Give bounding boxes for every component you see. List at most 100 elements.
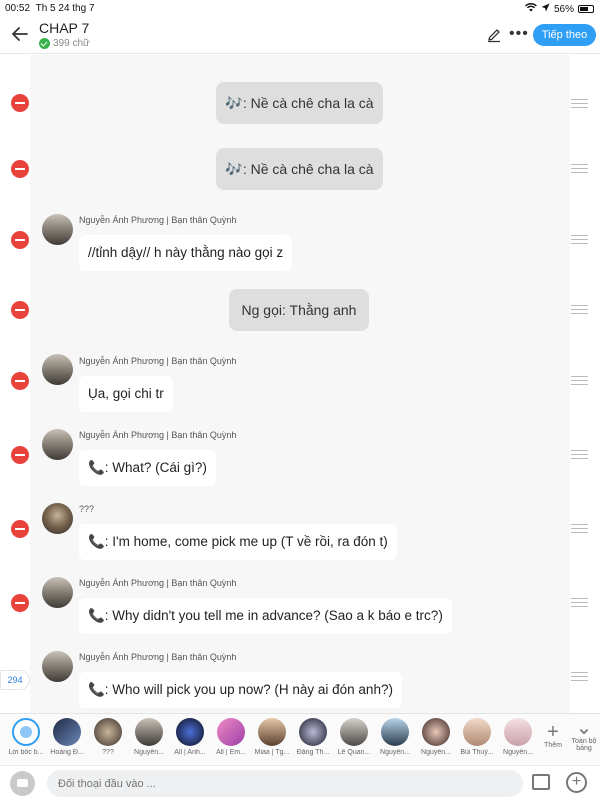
location-icon xyxy=(541,3,550,15)
battery-icon xyxy=(578,5,594,13)
character-chip-label: All | Anh... xyxy=(174,749,206,756)
character-chip[interactable]: Đặng Th... xyxy=(293,718,333,756)
delete-message-icon[interactable] xyxy=(11,446,29,464)
status-right: 56% xyxy=(525,3,594,15)
character-chip-label: Miaa | Tg... xyxy=(254,749,290,756)
status-date: Th 5 24 thg 7 xyxy=(35,3,95,14)
character-avatar[interactable] xyxy=(42,577,73,608)
character-chip-label: Đặng Th... xyxy=(296,749,330,756)
chat-bubble[interactable]: //tỉnh dậy// h này thằng nào gọi z xyxy=(79,235,293,271)
character-chip-label: Lời bốc b... xyxy=(8,749,44,756)
delete-message-icon[interactable] xyxy=(11,231,29,249)
character-avatar[interactable] xyxy=(42,651,73,682)
wifi-icon xyxy=(525,3,537,15)
drag-handle-icon[interactable] xyxy=(571,672,588,681)
character-chip-avatar xyxy=(135,718,163,746)
character-chip-avatar xyxy=(340,718,368,746)
character-chip-avatar xyxy=(53,718,81,746)
character-chip[interactable]: Miaa | Tg... xyxy=(252,718,292,756)
delete-message-icon[interactable] xyxy=(11,594,29,612)
character-chip-avatar xyxy=(176,718,204,746)
word-count: 399 chữ xyxy=(39,38,90,49)
drag-handle-icon[interactable] xyxy=(571,99,588,108)
narration-bubble[interactable]: 🎶: Nề cà chê cha la cà xyxy=(216,148,383,190)
character-chip-label: Nguyễn... xyxy=(380,749,410,756)
character-chip-label: Nguyễn... xyxy=(503,749,533,756)
chevron-down-icon: ⌄ xyxy=(575,717,593,739)
word-count-text: 399 chữ xyxy=(53,38,90,49)
more-options-icon[interactable]: ••• xyxy=(509,25,529,43)
add-character-label: Thêm xyxy=(544,742,562,749)
delete-message-icon[interactable] xyxy=(11,301,29,319)
delete-message-icon[interactable] xyxy=(11,372,29,390)
chat-bubble[interactable]: Ụa, gọi chi tr xyxy=(79,376,173,412)
character-chip-avatar xyxy=(504,718,532,746)
status-time: 00:52 xyxy=(5,3,31,14)
show-all-button[interactable]: ⌄ Toàn bộ bảng xyxy=(569,718,599,752)
character-name: Nguyễn Ánh Phương | Bạn thân Quỳnh xyxy=(79,215,237,225)
drag-handle-icon[interactable] xyxy=(571,164,588,173)
chat-bubble-icon[interactable] xyxy=(10,771,35,796)
edit-pencil-icon[interactable] xyxy=(486,27,502,43)
check-icon xyxy=(39,38,50,49)
character-name: Nguyễn Ánh Phương | Bạn thân Quỳnh xyxy=(79,652,237,662)
add-character-button[interactable]: + Thêm xyxy=(538,722,568,749)
image-icon[interactable] xyxy=(532,774,550,790)
character-avatar[interactable] xyxy=(42,503,73,534)
character-name: Nguyễn Ánh Phương | Bạn thân Quỳnh xyxy=(79,430,237,440)
character-chip-avatar xyxy=(258,718,286,746)
character-chip[interactable]: ??? xyxy=(88,718,128,756)
chat-area[interactable]: 🎶: Nề cà chê cha la cà 🎶: Nề cà chê cha … xyxy=(0,55,600,713)
character-chip-avatar xyxy=(217,718,245,746)
character-chip[interactable]: Nguyễn... xyxy=(498,718,538,756)
character-avatar[interactable] xyxy=(42,354,73,385)
character-avatar[interactable] xyxy=(42,214,73,245)
character-avatar[interactable] xyxy=(42,429,73,460)
drag-handle-icon[interactable] xyxy=(571,524,588,533)
narration-bubble[interactable]: 🎶: Nề cà chê cha la cà xyxy=(216,82,383,124)
input-bar: + xyxy=(0,765,600,800)
character-chip[interactable]: Nguyễn... xyxy=(416,718,456,756)
battery-percent: 56% xyxy=(553,3,574,15)
drag-handle-icon[interactable] xyxy=(571,376,588,385)
character-name: Nguyễn Ánh Phương | Bạn thân Quỳnh xyxy=(79,356,237,366)
dialogue-input[interactable] xyxy=(47,770,523,797)
character-chip-label: Lê Quan... xyxy=(337,749,371,756)
plus-icon: + xyxy=(547,721,559,743)
character-chip-label: ??? xyxy=(102,749,114,756)
character-chip[interactable]: All | Anh... xyxy=(170,718,210,756)
character-chip-avatar xyxy=(94,718,122,746)
header-bar: CHAP 7 399 chữ ••• Tiếp theo xyxy=(0,16,600,54)
delete-message-icon[interactable] xyxy=(11,94,29,112)
status-datetime: 00:52 Th 5 24 thg 7 xyxy=(5,3,95,14)
character-strip: Lời bốc b... Hoàng Đ... ??? Nguyễn... Al… xyxy=(0,713,600,765)
add-circle-icon[interactable]: + xyxy=(566,772,587,793)
delete-message-icon[interactable] xyxy=(11,160,29,178)
chat-bubble[interactable]: 📞: What? (Cái gì?) xyxy=(79,450,216,486)
page-title: CHAP 7 xyxy=(39,20,90,36)
chat-bubble[interactable]: 📞: Why didn't you tell me in advance? (S… xyxy=(79,598,452,634)
character-chip[interactable]: Bùi Thuỳ... xyxy=(457,718,497,756)
next-button[interactable]: Tiếp theo xyxy=(533,24,596,46)
show-all-label: Toàn bộ bảng xyxy=(571,738,597,752)
message-count-badge[interactable]: 294 xyxy=(0,670,30,690)
character-chip-label: Nguyễn... xyxy=(134,749,164,756)
chat-bubble[interactable]: 📞: Who will pick you up now? (H này ai đ… xyxy=(79,672,402,708)
character-chip[interactable]: Lê Quan... xyxy=(334,718,374,756)
character-chip[interactable]: Hoàng Đ... xyxy=(47,718,87,756)
drag-handle-icon[interactable] xyxy=(571,450,588,459)
character-chip-label: Nguyễn... xyxy=(421,749,451,756)
delete-message-icon[interactable] xyxy=(11,520,29,538)
back-arrow-icon[interactable] xyxy=(10,24,30,44)
character-chip[interactable]: Nguyễn... xyxy=(129,718,169,756)
narration-bubble[interactable]: Ng gọi: Thằng anh xyxy=(229,289,369,331)
character-chip-label: All | Em... xyxy=(216,749,246,756)
character-chip[interactable]: All | Em... xyxy=(211,718,251,756)
character-chip[interactable]: Nguyễn... xyxy=(375,718,415,756)
drag-handle-icon[interactable] xyxy=(571,235,588,244)
character-chip-label: Hoàng Đ... xyxy=(50,749,84,756)
chat-bubble[interactable]: 📞: I'm home, come pick me up (T về rồi, … xyxy=(79,524,397,560)
drag-handle-icon[interactable] xyxy=(571,598,588,607)
drag-handle-icon[interactable] xyxy=(571,305,588,314)
character-chip[interactable]: Lời bốc b... xyxy=(6,718,46,756)
